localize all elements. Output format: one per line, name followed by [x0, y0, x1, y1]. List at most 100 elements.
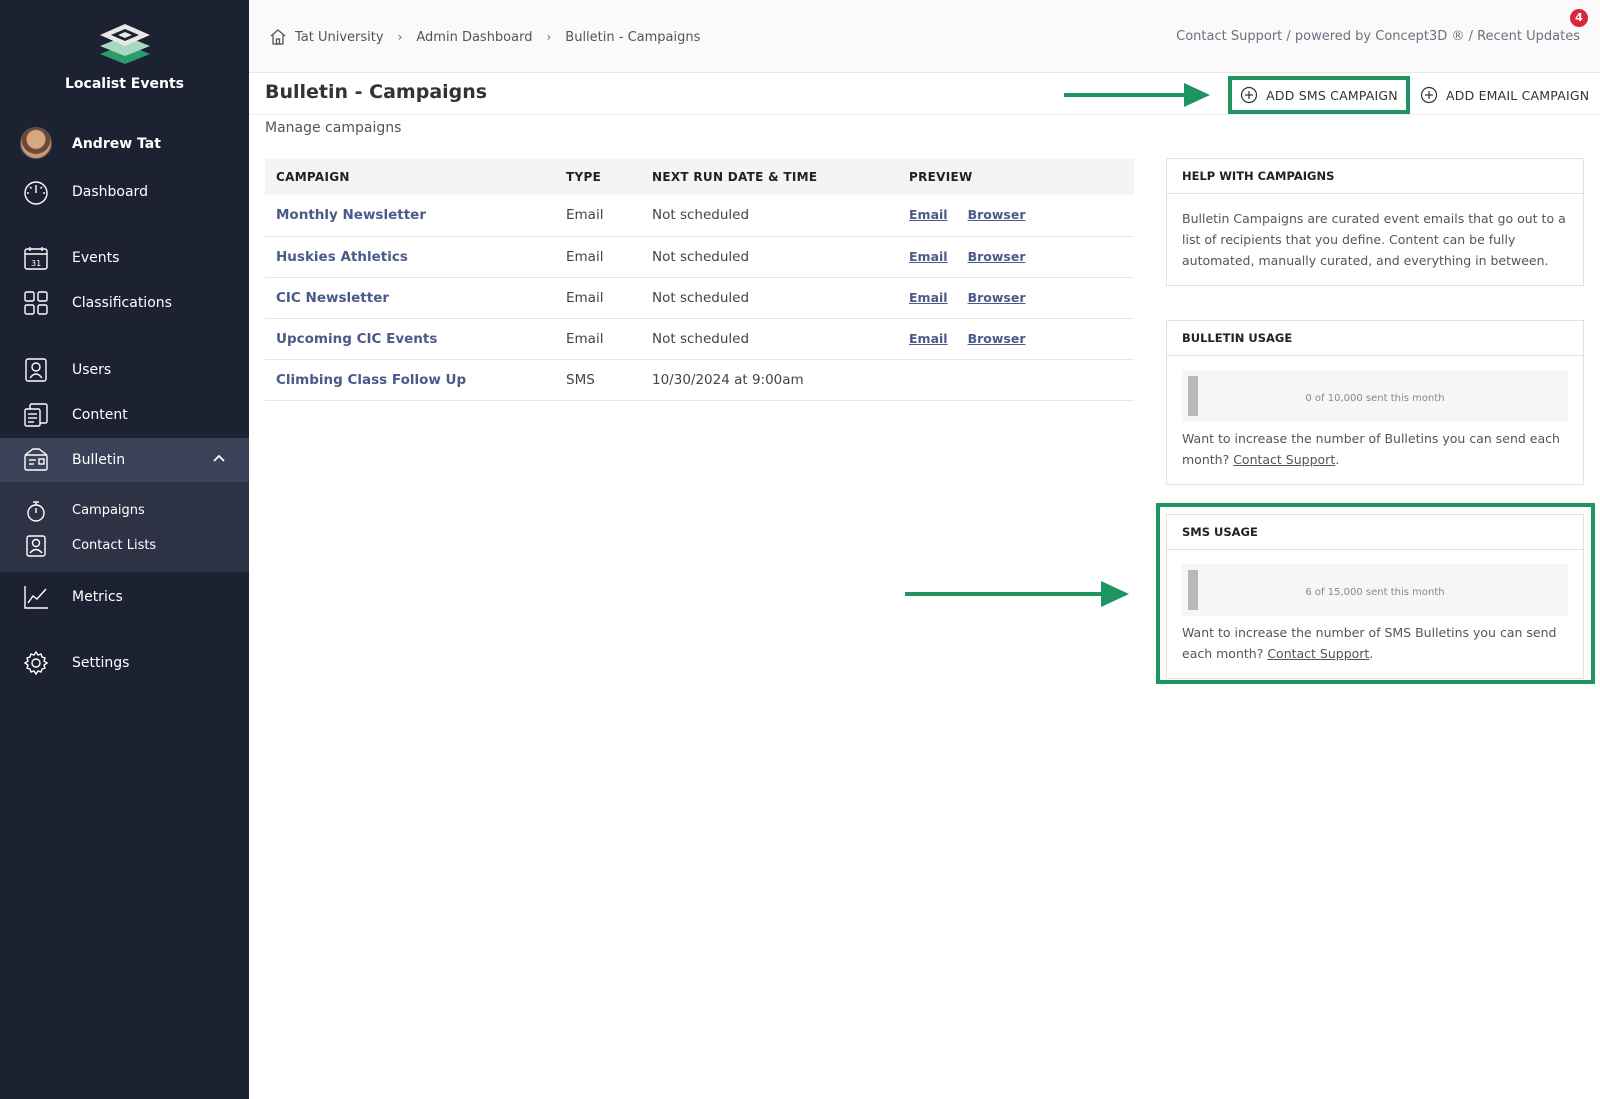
sidebar-item-label: Dashboard	[72, 184, 148, 200]
user-name: Andrew Tat	[72, 136, 161, 152]
table-row: Upcoming CIC Events Email Not scheduled …	[265, 318, 1134, 360]
breadcrumb-separator: ›	[397, 30, 403, 44]
breadcrumb-item-current: Bulletin - Campaigns	[565, 29, 701, 45]
campaign-type: SMS	[555, 359, 641, 401]
sidebar-item-label: Metrics	[72, 589, 123, 605]
sidebar-item-label: Users	[72, 362, 112, 378]
breadcrumb-item-university[interactable]: Tat University	[295, 30, 384, 45]
help-panel-body: Bulletin Campaigns are curated event ema…	[1182, 211, 1566, 268]
preview-email-link[interactable]: Email	[909, 249, 948, 264]
sidebar-item-metrics[interactable]: Metrics	[0, 575, 249, 619]
calendar-icon: 31	[24, 247, 48, 270]
calendar-day: 31	[31, 259, 41, 268]
preview-email-link[interactable]: Email	[909, 207, 948, 222]
campaign-name-link[interactable]: Monthly Newsletter	[265, 195, 555, 237]
breadcrumb-item-admin-dashboard[interactable]: Admin Dashboard	[416, 30, 532, 45]
bulletin-icon	[24, 448, 48, 471]
column-header-campaign[interactable]: CAMPAIGN	[265, 159, 555, 195]
line-chart-icon	[24, 586, 48, 609]
column-header-next-run[interactable]: NEXT RUN DATE & TIME	[641, 159, 898, 195]
sidebar-item-label: Events	[72, 250, 120, 266]
top-bar: Tat University › Admin Dashboard › Bulle…	[249, 0, 1600, 73]
preview-browser-link[interactable]: Browser	[968, 249, 1026, 264]
sms-usage-highlight	[1156, 503, 1595, 684]
page-title: Bulletin - Campaigns	[265, 81, 488, 103]
preview-browser-link[interactable]: Browser	[968, 207, 1026, 222]
sidebar-item-bulletin[interactable]: Bulletin	[0, 438, 249, 482]
brand[interactable]: Localist Events	[0, 22, 249, 92]
top-links[interactable]: Contact Support / powered by Concept3D ®…	[1176, 29, 1580, 44]
plus-circle-icon	[1420, 86, 1438, 104]
sidebar-item-label: Content	[72, 407, 128, 423]
column-header-type[interactable]: TYPE	[555, 159, 641, 195]
grid-icon	[24, 291, 48, 315]
campaign-name-link[interactable]: Huskies Athletics	[265, 236, 555, 278]
campaign-type: Email	[555, 195, 641, 237]
table-row: Monthly Newsletter Email Not scheduled E…	[265, 195, 1134, 237]
home-icon[interactable]	[269, 28, 287, 46]
campaign-preview: Email Browser	[898, 318, 1134, 360]
campaign-preview	[898, 359, 1134, 401]
table-row: Huskies Athletics Email Not scheduled Em…	[265, 236, 1134, 278]
user-profile[interactable]: Andrew Tat	[0, 122, 249, 166]
content-icon	[24, 403, 48, 427]
notification-badge[interactable]: 4	[1570, 9, 1588, 27]
add-sms-campaign-button[interactable]: ADD SMS CAMPAIGN	[1228, 76, 1410, 114]
header-divider	[249, 114, 1600, 115]
sidebar-item-contact-lists[interactable]: Contact Lists	[0, 530, 249, 562]
sidebar: Localist Events Andrew Tat Dashboard 31 …	[0, 0, 249, 1099]
campaign-next-run: Not scheduled	[641, 318, 898, 360]
add-email-campaign-label: ADD EMAIL CAMPAIGN	[1446, 87, 1590, 103]
sidebar-item-campaigns[interactable]: Campaigns	[0, 495, 249, 527]
column-header-preview: PREVIEW	[898, 159, 1134, 195]
sidebar-item-dashboard[interactable]: Dashboard	[0, 170, 249, 214]
preview-email-link[interactable]: Email	[909, 290, 948, 305]
sidebar-item-users[interactable]: Users	[0, 348, 249, 392]
campaign-preview: Email Browser	[898, 195, 1134, 237]
help-panel: HELP WITH CAMPAIGNS Bulletin Campaigns a…	[1166, 158, 1584, 286]
campaigns-table: CAMPAIGN TYPE NEXT RUN DATE & TIME PREVI…	[265, 159, 1134, 401]
sidebar-item-events[interactable]: 31 Events	[0, 236, 249, 280]
brand-name: Localist Events	[65, 76, 184, 92]
sidebar-item-label: Campaigns	[72, 503, 145, 518]
gear-icon	[23, 650, 49, 676]
sidebar-item-label: Settings	[72, 655, 130, 671]
campaign-next-run: Not scheduled	[641, 236, 898, 278]
table-row: CIC Newsletter Email Not scheduled Email…	[265, 277, 1134, 319]
sidebar-item-classifications[interactable]: Classifications	[0, 281, 249, 325]
sidebar-item-settings[interactable]: Settings	[0, 641, 249, 685]
campaign-name-link[interactable]: CIC Newsletter	[265, 277, 555, 319]
preview-email-link[interactable]: Email	[909, 331, 948, 346]
contact-icon	[26, 535, 46, 557]
localist-logo-icon	[99, 24, 150, 64]
campaign-name-link[interactable]: Upcoming CIC Events	[265, 318, 555, 360]
chevron-up-icon[interactable]	[211, 451, 227, 467]
campaign-type: Email	[555, 236, 641, 278]
stopwatch-icon	[27, 501, 45, 522]
sidebar-item-label: Bulletin	[72, 452, 126, 468]
contact-support-link[interactable]: Contact Support	[1233, 452, 1335, 467]
campaign-type: Email	[555, 277, 641, 319]
help-panel-title: HELP WITH CAMPAIGNS	[1167, 159, 1583, 194]
page-subtitle: Manage campaigns	[265, 120, 402, 136]
user-icon	[25, 358, 47, 382]
campaign-next-run: Not scheduled	[641, 195, 898, 237]
preview-browser-link[interactable]: Browser	[968, 331, 1026, 346]
usage-meter-text: 0 of 10,000 sent this month	[1305, 393, 1445, 404]
bulletin-usage-title: BULLETIN USAGE	[1167, 321, 1583, 356]
campaign-preview: Email Browser	[898, 236, 1134, 278]
campaign-next-run: Not scheduled	[641, 277, 898, 319]
bulletin-usage-meter: 0 of 10,000 sent this month	[1182, 370, 1568, 422]
sidebar-item-label: Classifications	[72, 295, 172, 311]
table-row: Climbing Class Follow Up SMS 10/30/2024 …	[265, 359, 1134, 401]
preview-browser-link[interactable]: Browser	[968, 290, 1026, 305]
campaign-type: Email	[555, 318, 641, 360]
annotation-arrow-icon	[1064, 83, 1210, 107]
add-email-campaign-button[interactable]: ADD EMAIL CAMPAIGN	[1420, 76, 1590, 114]
sidebar-item-label: Contact Lists	[72, 538, 157, 553]
campaign-next-run: 10/30/2024 at 9:00am	[641, 359, 898, 401]
bulletin-usage-panel: BULLETIN USAGE 0 of 10,000 sent this mon…	[1166, 320, 1584, 485]
breadcrumb-separator: ›	[546, 30, 552, 44]
campaign-name-link[interactable]: Climbing Class Follow Up	[265, 359, 555, 401]
sidebar-item-content[interactable]: Content	[0, 393, 249, 437]
